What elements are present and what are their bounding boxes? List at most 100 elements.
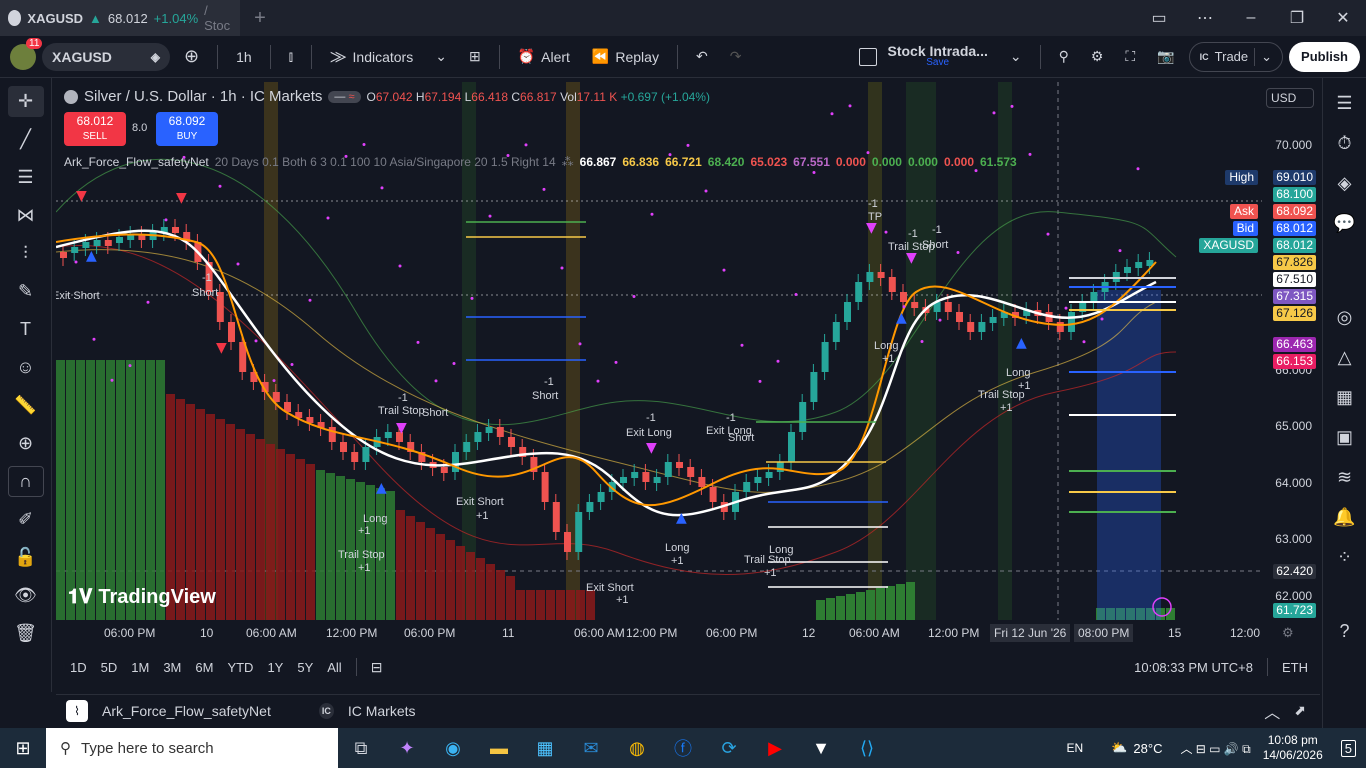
broker-tab[interactable]: IC Markets [348, 703, 416, 719]
edge-icon[interactable]: ◉ [430, 728, 476, 768]
target-icon[interactable]: ◎ [1330, 304, 1360, 330]
watchlist-icon[interactable]: ☰ [1330, 90, 1360, 116]
indicator-legend[interactable]: Ark_Force_Flow_safetyNet 20 Days 0.1 Bot… [64, 155, 1017, 169]
currency-selector[interactable]: USD [1266, 88, 1314, 108]
calendar-icon[interactable]: ▦ [1330, 384, 1360, 410]
range-button-ytd[interactable]: YTD [227, 660, 253, 675]
clock-readout[interactable]: 10:08:33 PM UTC+8 [1134, 660, 1253, 675]
collapse-icon[interactable]: — ≈ [328, 90, 361, 103]
file-explorer-icon[interactable]: ▬ [476, 728, 522, 768]
redo-icon[interactable]: ↷ [722, 41, 750, 73]
text-icon[interactable]: T [8, 314, 44, 345]
fib-icon[interactable]: ☰ [8, 162, 44, 193]
screen-icon[interactable]: ▭ [1136, 0, 1182, 36]
settings-icon[interactable]: ⁂ [562, 155, 574, 169]
new-tab-button[interactable]: + [240, 7, 280, 30]
chevron-down-icon[interactable]: ⌄ [1002, 41, 1030, 73]
zoom-icon[interactable]: ⊕ [8, 428, 44, 459]
apps-icon[interactable]: ⁘ [1330, 544, 1360, 570]
symbol-search-button[interactable]: XAGUSD ◈ [42, 42, 170, 71]
taskbar-search[interactable]: ⚲ Type here to search [46, 728, 338, 768]
undo-icon[interactable]: ↶ [688, 41, 716, 73]
price-axis[interactable]: USD 70.000 66.000 65.000 64.000 63.000 62.000… [1199, 82, 1320, 620]
range-button-1m[interactable]: 1M [131, 660, 149, 675]
compare-symbol-button[interactable]: ⊕ [176, 41, 207, 73]
range-button-all[interactable]: All [327, 660, 341, 675]
copilot-icon[interactable]: ✦ [384, 728, 430, 768]
help-icon[interactable]: ? [1330, 618, 1360, 644]
outlook-icon[interactable]: ✉ [568, 728, 614, 768]
date-range-icon[interactable]: ⊟ [371, 659, 383, 676]
bell-icon[interactable]: 🔔 [1330, 504, 1360, 530]
range-button-1d[interactable]: 1D [70, 660, 87, 675]
quick-search-icon[interactable]: ⚲ [1051, 41, 1077, 73]
range-button-1y[interactable]: 1Y [267, 660, 283, 675]
indicators-button[interactable]: ⨠ Indicators [322, 41, 421, 73]
notification-center-icon[interactable]: 5 [1340, 739, 1356, 757]
lock-icon[interactable]: 🔓 [8, 542, 44, 573]
settings-icon[interactable]: ⚙ [1083, 41, 1112, 73]
chat-icon[interactable]: 💬 [1330, 210, 1360, 236]
range-button-5y[interactable]: 5Y [297, 660, 313, 675]
templates-icon[interactable]: ⊞ [461, 41, 489, 73]
magnet-icon[interactable]: ∩ [7, 466, 44, 497]
store-icon[interactable]: ▦ [522, 728, 568, 768]
candles-icon[interactable]: ⫾ [281, 41, 301, 73]
sell-button[interactable]: 68.012 SELL [64, 112, 126, 146]
clock[interactable]: 10:08 pm 14/06/2026 [1263, 733, 1323, 763]
lock-draw-icon[interactable]: ✐ [8, 504, 44, 535]
windows-start-icon[interactable]: ⊞ [0, 728, 46, 768]
trade-button[interactable]: IC Trade ⌄ [1188, 41, 1284, 72]
weather-temp[interactable]: 28°C [1133, 741, 1162, 756]
trend-line-icon[interactable]: ╱ [8, 124, 44, 155]
language-indicator[interactable]: EN [1067, 741, 1084, 755]
brush-icon[interactable]: ✎ [8, 276, 44, 307]
ideas-icon[interactable]: △ [1330, 344, 1360, 370]
projection-icon[interactable]: ⫶ [8, 238, 44, 269]
layout-button[interactable]: Stock Intrada... Save [851, 41, 995, 73]
sync-icon[interactable]: ⟳ [706, 728, 752, 768]
interval-button[interactable]: 1h [228, 41, 260, 73]
time-axis[interactable]: 06:00 PM 10 06:00 AM 12:00 PM 06:00 PM 11 06:0… [56, 620, 1320, 646]
clock-icon[interactable]: ⏱ [1330, 130, 1360, 156]
collapse-panel-icon[interactable]: ︿ [1264, 699, 1280, 723]
alert-button[interactable]: ⏰ Alert [510, 41, 578, 73]
smile-icon[interactable]: ☺ [8, 352, 44, 383]
tray-icons[interactable]: ︿ ⊟ ▭ 🔊 ⧉ [1180, 740, 1250, 757]
camera-icon[interactable]: 📷 [1149, 41, 1182, 73]
layers-icon[interactable]: ◈ [1330, 170, 1360, 196]
task-view-icon[interactable]: ⧉ [338, 728, 384, 768]
range-button-3m[interactable]: 3M [163, 660, 181, 675]
publish-button[interactable]: Publish [1289, 41, 1360, 72]
screener-icon[interactable]: ▣ [1330, 424, 1360, 450]
session-toggle[interactable]: ETH [1282, 660, 1308, 675]
chart-pane[interactable]: ▼ ▼ ▼ ▲ ▲ ▲ ▲ ▲ ▼ ▼ ▼ ▼ Silver / U.S. Dollar · 1h ·… [56, 82, 1262, 620]
crosshair-icon[interactable]: ✛ [7, 86, 44, 117]
close-button[interactable]: ✕ [1320, 0, 1366, 36]
user-avatar[interactable]: 11 [10, 37, 43, 70]
range-button-5d[interactable]: 5D [101, 660, 118, 675]
maximize-button[interactable]: ❐ [1274, 0, 1320, 36]
vscode-icon[interactable]: ⟨⟩ [844, 728, 890, 768]
chevron-down-icon[interactable]: ⌄ [427, 41, 455, 73]
eye-icon[interactable]: 👁 [8, 580, 44, 611]
chrome-icon[interactable]: ◍ [614, 728, 660, 768]
ruler-icon[interactable]: 📏 [8, 390, 44, 421]
broadcast-icon[interactable]: ≋ [1330, 464, 1360, 490]
minimize-button[interactable]: – [1228, 0, 1274, 36]
replay-button[interactable]: ⏪ Replay [584, 41, 667, 73]
trash-icon[interactable]: 🗑 [8, 618, 44, 649]
chart-title[interactable]: Silver / U.S. Dollar · 1h · IC Markets [84, 88, 322, 105]
facebook-icon[interactable]: ⓕ [660, 728, 706, 768]
script-tab[interactable]: Ark_Force_Flow_safetyNet [102, 703, 271, 719]
fullscreen-icon[interactable]: ⛶ [1117, 41, 1143, 73]
more-icon[interactable]: ⋯ [1182, 0, 1228, 36]
youtube-icon[interactable]: ▶ [752, 728, 798, 768]
browser-tab[interactable]: XAGUSD ▲ 68.012 +1.04% / Stoc [0, 0, 240, 36]
pattern-icon[interactable]: ⋈ [8, 200, 44, 231]
axis-settings-icon[interactable]: ⚙ [1282, 625, 1294, 641]
tradingview-app-icon[interactable]: ▼ [798, 728, 844, 768]
buy-button[interactable]: 68.092 BUY [156, 112, 218, 146]
range-button-6m[interactable]: 6M [195, 660, 213, 675]
maximize-panel-icon[interactable]: ⬈ [1294, 702, 1306, 719]
